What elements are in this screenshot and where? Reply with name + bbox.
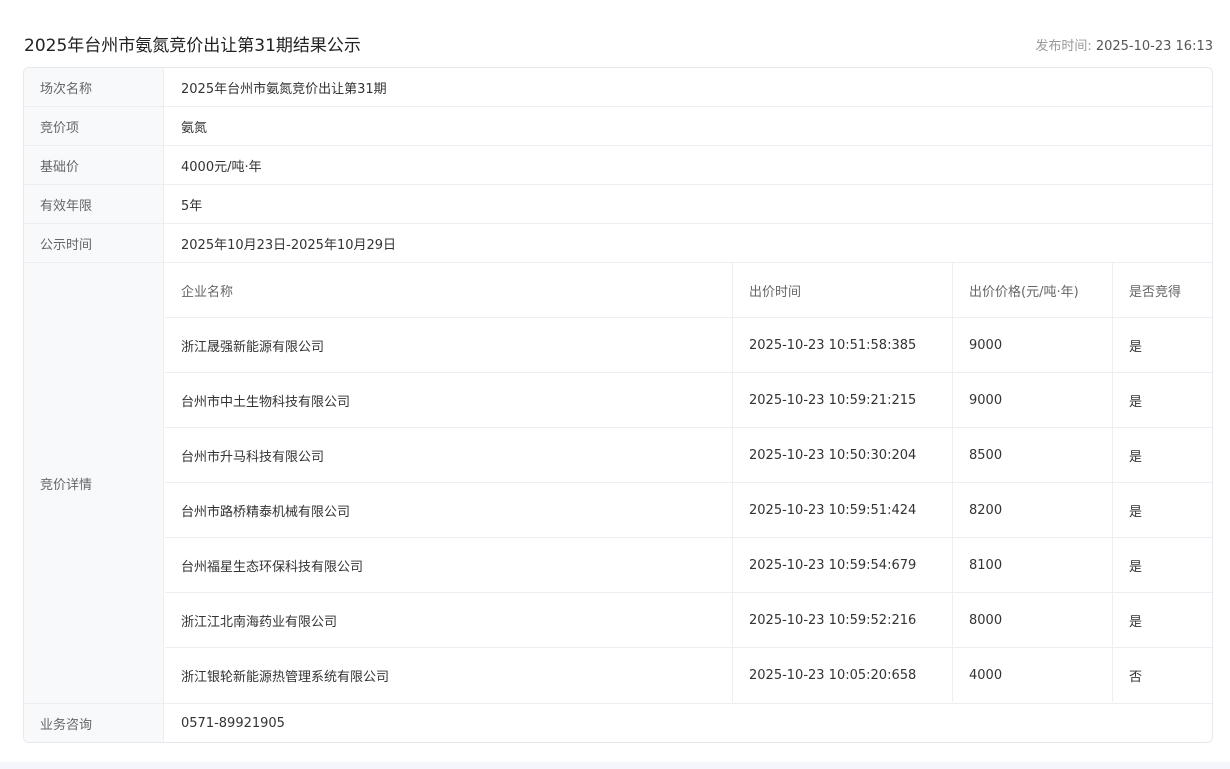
bid-won: 是	[1112, 428, 1212, 482]
field-value: 氨氮	[181, 120, 208, 136]
publish-time: 发布时间: 2025-10-23 16:13	[1035, 35, 1213, 54]
field-value: 5年	[181, 198, 203, 214]
page-title: 2025年台州市氨氮竞价出让第31期结果公示	[24, 36, 361, 56]
field-label: 竞价项	[24, 107, 164, 145]
bid-time: 2025-10-23 10:59:52:216	[732, 593, 952, 647]
row-bid-details: 竞价详情 企业名称 出价时间 出价价格(元/吨·年) 是否竞得 浙江晟强新能源有…	[24, 263, 1212, 704]
field-label: 场次名称	[24, 68, 164, 106]
company-name: 台州福星生态环保科技有限公司	[181, 559, 364, 575]
bid-price: 8000	[952, 593, 1112, 647]
bid-table: 企业名称 出价时间 出价价格(元/吨·年) 是否竞得 浙江晟强新能源有限公司 2…	[165, 263, 1212, 703]
bid-price: 4000	[952, 648, 1112, 702]
table-row: 浙江江北南海药业有限公司 2025-10-23 10:59:52:216 800…	[165, 593, 1212, 648]
page-header: 2025年台州市氨氮竞价出让第31期结果公示 发布时间: 2025-10-23 …	[24, 28, 1213, 60]
bid-time: 2025-10-23 10:59:21:215	[732, 373, 952, 427]
column-header-price: 出价价格(元/吨·年)	[952, 263, 1112, 317]
company-name: 浙江银轮新能源热管理系统有限公司	[181, 669, 390, 685]
bid-table-header: 企业名称 出价时间 出价价格(元/吨·年) 是否竞得	[165, 263, 1212, 318]
field-value: 2025年10月23日-2025年10月29日	[181, 237, 397, 253]
bid-won: 是	[1112, 538, 1212, 592]
table-row: 浙江晟强新能源有限公司 2025-10-23 10:51:58:385 9000…	[165, 318, 1212, 373]
bid-won: 是	[1112, 593, 1212, 647]
bid-time: 2025-10-23 10:59:54:679	[732, 538, 952, 592]
bid-price: 8500	[952, 428, 1112, 482]
bid-time: 2025-10-23 10:51:58:385	[732, 318, 952, 372]
company-name: 台州市路桥精泰机械有限公司	[181, 504, 351, 520]
field-label: 竞价详情	[24, 263, 164, 703]
publish-time-label: 发布时间:	[1035, 39, 1092, 54]
field-value: 4000元/吨·年	[181, 159, 262, 175]
company-name: 浙江晟强新能源有限公司	[181, 339, 325, 355]
company-name: 台州市中土生物科技有限公司	[181, 394, 351, 410]
table-row: 台州市路桥精泰机械有限公司 2025-10-23 10:59:51:424 82…	[165, 483, 1212, 538]
column-header-time: 出价时间	[732, 263, 952, 317]
bid-won: 是	[1112, 318, 1212, 372]
row-bid-item: 竞价项 氨氮	[24, 107, 1212, 146]
bid-time: 2025-10-23 10:05:20:658	[732, 648, 952, 702]
field-label: 有效年限	[24, 185, 164, 223]
company-name: 浙江江北南海药业有限公司	[181, 614, 338, 630]
bid-time: 2025-10-23 10:59:51:424	[732, 483, 952, 537]
field-label: 公示时间	[24, 224, 164, 262]
field-label: 业务咨询	[24, 704, 164, 742]
bid-price: 9000	[952, 318, 1112, 372]
bid-price: 8100	[952, 538, 1112, 592]
field-label: 基础价	[24, 146, 164, 184]
row-notice-period: 公示时间 2025年10月23日-2025年10月29日	[24, 224, 1212, 263]
row-consult: 业务咨询 0571-89921905	[24, 704, 1212, 742]
result-table: 场次名称 2025年台州市氨氮竞价出让第31期 竞价项 氨氮 基础价 4000元…	[23, 67, 1213, 743]
row-base-price: 基础价 4000元/吨·年	[24, 146, 1212, 185]
row-session-name: 场次名称 2025年台州市氨氮竞价出让第31期	[24, 68, 1212, 107]
column-header-won: 是否竞得	[1112, 263, 1212, 317]
company-name: 台州市升马科技有限公司	[181, 449, 325, 465]
consult-phone: 0571-89921905	[181, 715, 285, 731]
bid-won: 是	[1112, 483, 1212, 537]
bid-time: 2025-10-23 10:50:30:204	[732, 428, 952, 482]
table-row: 台州市升马科技有限公司 2025-10-23 10:50:30:204 8500…	[165, 428, 1212, 483]
column-header-company: 企业名称	[181, 284, 234, 300]
bid-won: 否	[1112, 648, 1212, 702]
bid-price: 9000	[952, 373, 1112, 427]
table-row: 台州市中土生物科技有限公司 2025-10-23 10:59:21:215 90…	[165, 373, 1212, 428]
page: 2025年台州市氨氮竞价出让第31期结果公示 发布时间: 2025-10-23 …	[0, 0, 1230, 762]
publish-time-value: 2025-10-23 16:13	[1095, 39, 1213, 54]
table-row: 浙江银轮新能源热管理系统有限公司 2025-10-23 10:05:20:658…	[165, 648, 1212, 702]
bid-price: 8200	[952, 483, 1112, 537]
table-row: 台州福星生态环保科技有限公司 2025-10-23 10:59:54:679 8…	[165, 538, 1212, 593]
field-value: 2025年台州市氨氮竞价出让第31期	[181, 81, 387, 97]
bid-won: 是	[1112, 373, 1212, 427]
row-validity: 有效年限 5年	[24, 185, 1212, 224]
